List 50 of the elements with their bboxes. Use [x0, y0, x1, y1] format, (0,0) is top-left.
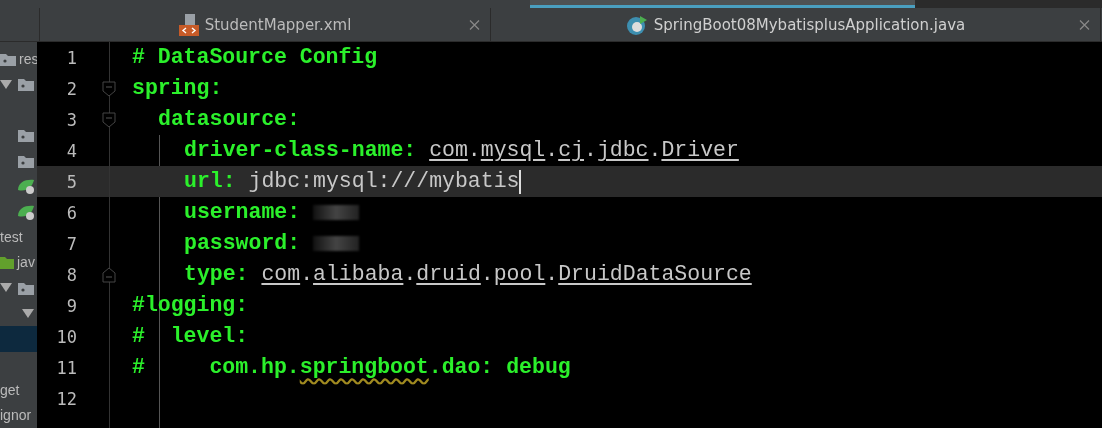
close-icon[interactable] — [1079, 19, 1090, 30]
expand-arrow-icon — [0, 79, 12, 89]
line-number: 1 — [66, 47, 77, 68]
folder-icon — [18, 153, 34, 168]
redacted-value — [313, 236, 360, 251]
code-line: #logging: — [131, 292, 250, 320]
line-number: 9 — [66, 295, 77, 316]
line-number: 6 — [66, 202, 77, 223]
code-line: datasource: — [121, 104, 1102, 135]
code-line: spring: — [121, 73, 1102, 104]
code-line: driver-class-name: com.mysql.cj.jdbc.Driver — [183, 137, 740, 165]
spring-app-icon — [625, 13, 648, 36]
line-number: 4 — [66, 140, 77, 161]
code-line: username: — [121, 197, 1102, 228]
fold-icon — [102, 111, 116, 128]
spring-file-icon — [18, 178, 35, 195]
tree-item-label[interactable]: test — [0, 229, 23, 245]
tree-row[interactable]: jav — [0, 249, 37, 276]
line-number: 12 — [56, 388, 77, 409]
redacted-value — [313, 205, 360, 220]
text-cursor — [519, 169, 522, 194]
folder-icon — [0, 255, 14, 270]
spring-file-icon — [18, 203, 35, 220]
tree-item-label[interactable]: jav — [17, 254, 35, 271]
expand-arrow-icon — [0, 283, 12, 293]
tab-fragment[interactable] — [530, 0, 915, 8]
code-line: # DataSource Config — [131, 44, 379, 72]
tree-row[interactable]: ignor — [0, 402, 37, 428]
xml-file-icon — [178, 13, 199, 36]
code-line: password: — [121, 228, 1102, 259]
close-icon[interactable] — [469, 19, 480, 30]
fold-icon — [102, 80, 116, 97]
line-number: 2 — [66, 78, 77, 99]
line-number: 7 — [66, 233, 77, 254]
code-line: # level: — [131, 323, 250, 351]
tree-row[interactable]: test — [0, 224, 37, 250]
folder-icon — [18, 77, 34, 92]
line-number: 3 — [66, 109, 77, 130]
folder-icon — [18, 128, 34, 143]
tree-item-label[interactable]: ignor — [0, 407, 32, 424]
code-line: type: com.alibaba.druid.pool.DruidDataSource — [121, 259, 1102, 290]
expand-arrow-icon — [22, 308, 34, 318]
line-number: 5 — [66, 171, 77, 192]
tree-row[interactable]: get — [0, 377, 37, 403]
code-line: # com.hp.springboot.dao: debug — [131, 354, 572, 382]
tree-item-label[interactable]: get — [0, 381, 20, 398]
line-number: 10 — [56, 326, 77, 347]
line-number: 8 — [66, 264, 77, 285]
folder-icon — [18, 280, 34, 295]
line-number: 11 — [56, 357, 77, 378]
